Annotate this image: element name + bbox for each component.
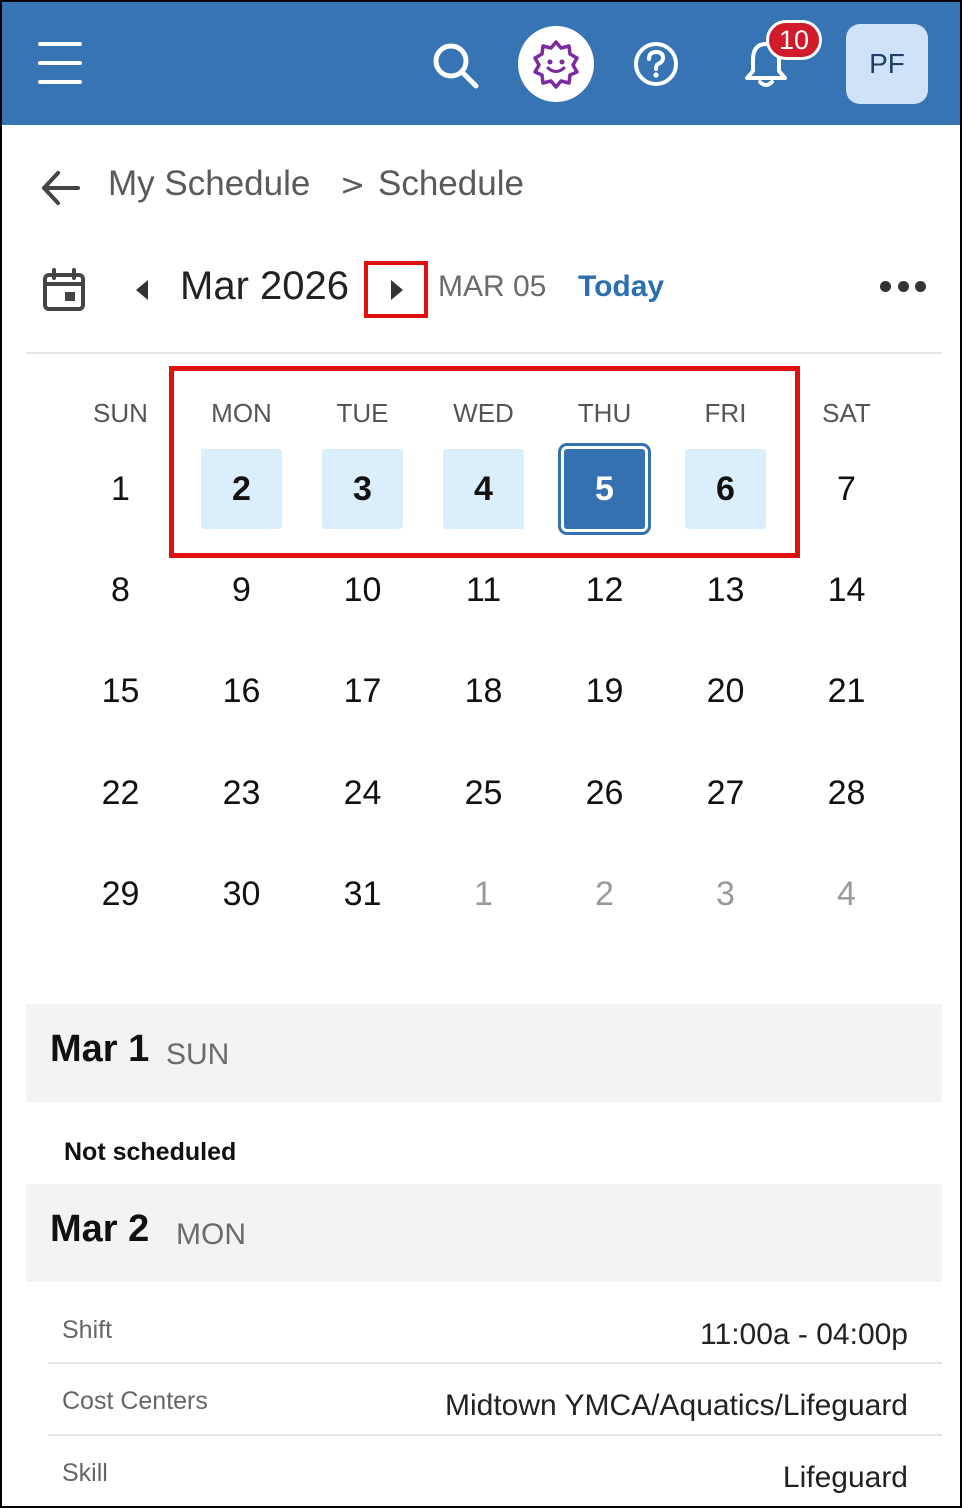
detail-label: Cost Centers xyxy=(62,1387,208,1415)
calendar-day[interactable]: 22 xyxy=(60,753,181,833)
calendar-day[interactable]: 27 xyxy=(665,753,786,833)
calendar-day[interactable]: 23 xyxy=(181,753,302,833)
detail-label: Skill xyxy=(62,1459,108,1487)
help-icon[interactable] xyxy=(632,40,680,88)
calendar-day[interactable]: 29 xyxy=(60,854,181,934)
calendar-day[interactable]: 16 xyxy=(181,651,302,731)
calendar-day[interactable]: 21 xyxy=(786,651,907,731)
calendar-day[interactable]: 30 xyxy=(181,854,302,934)
month-label: Mar 2026 xyxy=(180,264,349,308)
weekday-sun: SUN xyxy=(93,398,148,428)
detail-row-skill: Skill Lifeguard xyxy=(48,1445,942,1506)
calendar-day[interactable]: 25 xyxy=(423,753,544,833)
day-header-mar-1: Mar 1 SUN xyxy=(26,1004,942,1102)
calendar-day[interactable]: 9 xyxy=(181,550,302,630)
day-header-weekday: SUN xyxy=(166,1038,230,1071)
detail-value: Midtown YMCA/Aquatics/Lifeguard xyxy=(444,1389,908,1422)
previous-month-button[interactable] xyxy=(128,272,156,308)
calendar-day-next-month[interactable]: 2 xyxy=(544,854,665,934)
day-header-weekday: MON xyxy=(176,1218,246,1251)
next-month-button[interactable] xyxy=(364,261,428,318)
day-header-date: Mar 1 xyxy=(50,1028,150,1070)
calendar-day[interactable]: 18 xyxy=(423,651,544,731)
today-button[interactable]: Today xyxy=(578,270,664,304)
calendar-day[interactable]: 26 xyxy=(544,753,665,833)
week-highlight-box xyxy=(169,366,800,558)
calendar-day-next-month[interactable]: 1 xyxy=(423,854,544,934)
calendar-week-5: 29 30 31 1 2 3 4 xyxy=(60,854,908,934)
ai-assistant-icon xyxy=(533,40,579,89)
calendar-day[interactable]: 1 xyxy=(60,449,181,529)
back-arrow-icon[interactable] xyxy=(40,168,80,208)
calendar-week-2: 8 9 10 11 12 13 14 xyxy=(60,550,908,630)
calendar-day[interactable]: 11 xyxy=(423,550,544,630)
calendar-day[interactable]: 7 xyxy=(786,449,907,529)
calendar-day[interactable]: 31 xyxy=(302,854,423,934)
calendar-day[interactable]: 13 xyxy=(665,550,786,630)
detail-value: 11:00a - 04:00p xyxy=(700,1318,908,1351)
menu-icon[interactable] xyxy=(38,42,82,84)
calendar-day[interactable]: 8 xyxy=(60,550,181,630)
calendar-day-next-month[interactable]: 4 xyxy=(786,854,907,934)
ai-assistant-button[interactable] xyxy=(518,26,594,102)
calendar-week-4: 22 23 24 25 26 27 28 xyxy=(60,753,908,833)
day-header-date: Mar 2 xyxy=(50,1208,150,1250)
notification-badge: 10 xyxy=(766,20,822,60)
detail-value: Lifeguard xyxy=(782,1461,908,1494)
selected-date-label: MAR 05 xyxy=(438,270,547,303)
calendar-day[interactable]: 17 xyxy=(302,651,423,731)
calendar-day[interactable]: 19 xyxy=(544,651,665,731)
breadcrumb-separator: > xyxy=(340,168,366,203)
calendar-day[interactable]: 14 xyxy=(786,550,907,630)
calendar-icon[interactable] xyxy=(42,268,86,312)
day-header-mar-2: Mar 2 MON xyxy=(26,1184,942,1282)
detail-label: Shift xyxy=(62,1316,113,1344)
breadcrumb-current: Schedule xyxy=(378,164,524,203)
breadcrumb-my-schedule[interactable]: My Schedule xyxy=(108,164,310,204)
not-scheduled-text: Not scheduled xyxy=(64,1138,237,1166)
avatar[interactable]: PF xyxy=(846,24,928,104)
row-divider xyxy=(48,1434,942,1436)
calendar-day[interactable]: 24 xyxy=(302,753,423,833)
calendar-day[interactable]: 15 xyxy=(60,651,181,731)
weekday-sat: SAT xyxy=(822,398,871,428)
more-options-icon[interactable] xyxy=(880,278,926,294)
search-icon[interactable] xyxy=(430,40,480,90)
calendar-day[interactable]: 12 xyxy=(544,550,665,630)
calendar-day[interactable]: 10 xyxy=(302,550,423,630)
top-app-bar: 10 PF xyxy=(2,2,960,125)
row-divider xyxy=(48,1362,942,1364)
calendar-day[interactable]: 28 xyxy=(786,753,907,833)
toolbar-divider xyxy=(26,352,942,354)
chevron-right-icon xyxy=(391,279,403,300)
app-frame: 10 PF My Schedule > Schedule Mar 2026 MA… xyxy=(0,0,962,1508)
calendar-week-3: 15 16 17 18 19 20 21 xyxy=(60,651,908,731)
calendar-day[interactable]: 20 xyxy=(665,651,786,731)
calendar-day-next-month[interactable]: 3 xyxy=(665,854,786,934)
